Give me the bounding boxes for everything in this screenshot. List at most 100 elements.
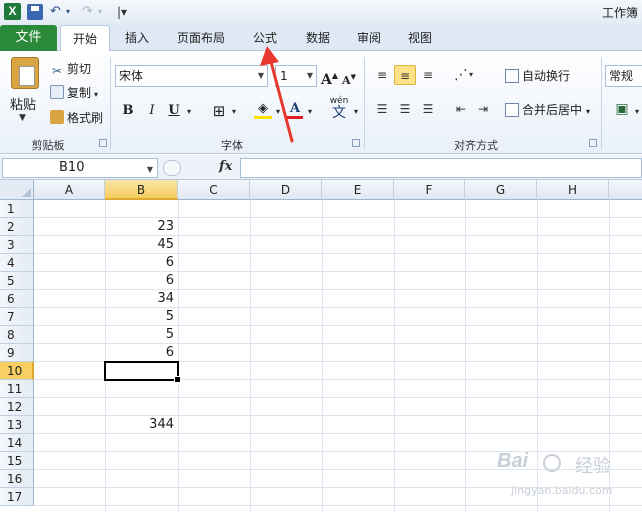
paste-dropdown-icon[interactable]: ▼ [19,113,26,123]
row-header-2[interactable]: 2 [0,218,34,236]
row-header-6[interactable]: 6 [0,290,34,308]
select-all-button[interactable] [0,180,34,200]
tab-view[interactable]: 视图 [399,25,441,51]
column-header-a[interactable]: A [34,180,105,200]
cell-b5[interactable]: 6 [105,272,177,290]
undo-dropdown-icon[interactable]: ▾ [66,3,70,21]
underline-dropdown-icon[interactable]: ▾ [184,102,194,122]
tab-formulas[interactable]: 公式 [244,25,286,51]
row-header-12[interactable]: 12 [0,398,34,416]
align-left-icon[interactable]: ☰ [371,99,393,119]
row-header-17[interactable]: 17 [0,488,34,506]
formula-input[interactable] [240,158,642,178]
column-header-f[interactable]: F [394,180,465,200]
active-cell-b10[interactable] [104,361,181,383]
underline-button[interactable]: U [166,101,182,121]
format-painter-label: 格式刷 [67,111,104,125]
align-bottom-icon[interactable]: ≡ [417,65,439,85]
align-top-icon[interactable]: ≡ [371,65,393,85]
column-header-partial[interactable] [609,180,642,200]
font-launcher-icon[interactable] [352,139,360,147]
cell-b4[interactable]: 6 [105,254,177,272]
quick-access-toolbar: X ↶ ▾ ↷ ▾ |▾ 工作簿 [0,0,642,24]
group-divider [364,57,365,149]
row-header-14[interactable]: 14 [0,434,34,452]
formula-bar-splitter[interactable] [163,160,181,176]
grow-font-button[interactable]: A▲ [321,65,338,88]
decrease-indent-icon[interactable]: ⇤ [450,99,472,119]
align-right-icon[interactable]: ☰ [417,99,439,119]
borders-icon[interactable]: ⊞ [210,101,228,121]
cell-b6[interactable]: 34 [105,290,177,308]
paste-button-label[interactable]: 粘贴 [10,94,36,113]
column-header-h[interactable]: H [537,180,609,200]
cell-b8[interactable]: 5 [105,326,177,344]
number-format-select[interactable]: 常规 [605,65,642,87]
row-header-7[interactable]: 7 [0,308,34,326]
align-middle-icon[interactable]: ≡ [394,65,416,85]
row-header-13[interactable]: 13 [0,416,34,434]
tab-page-layout[interactable]: 页面布局 [170,25,232,51]
cell-b3[interactable]: 45 [105,236,177,254]
fill-color-dropdown-icon[interactable]: ▾ [273,102,283,122]
row-header-9[interactable]: 9 [0,344,34,362]
font-size-select[interactable]: 1 ▼ [275,65,317,87]
row-header-3[interactable]: 3 [0,236,34,254]
accounting-dropdown-icon[interactable]: ▾ [632,102,642,122]
phonetic-dropdown-icon[interactable]: ▾ [351,102,361,122]
borders-dropdown-icon[interactable]: ▾ [229,102,239,122]
alignment-launcher-icon[interactable] [589,139,597,147]
row-header-5[interactable]: 5 [0,272,34,290]
row-header-1[interactable]: 1 [0,200,34,218]
paste-icon[interactable] [11,57,39,89]
shrink-font-button[interactable]: A▼ [342,67,356,87]
cell-b9[interactable]: 6 [105,344,177,362]
increase-indent-icon[interactable]: ⇥ [472,99,494,119]
copy-button[interactable]: 复制 ▾ [50,84,98,102]
format-painter-button[interactable]: 格式刷 [50,109,103,127]
row-header-10[interactable]: 10 [0,362,34,380]
save-icon[interactable] [27,4,43,20]
cell-b13[interactable]: 344 [105,416,177,434]
name-box[interactable]: B10 ▼ [2,158,158,178]
tab-review[interactable]: 审阅 [348,25,390,51]
fill-color-icon[interactable]: ◈ [254,99,272,119]
column-header-g[interactable]: G [465,180,537,200]
cell-b2[interactable]: 23 [105,218,177,236]
font-color-icon[interactable]: A [287,99,303,119]
font-color-dropdown-icon[interactable]: ▾ [305,102,315,122]
column-header-c[interactable]: C [178,180,250,200]
tab-home[interactable]: 开始 [60,25,110,51]
row-header-16[interactable]: 16 [0,470,34,488]
row-header-4[interactable]: 4 [0,254,34,272]
copy-dropdown-icon[interactable]: ▾ [94,90,98,99]
font-name-select[interactable]: 宋体 ▼ [115,65,268,87]
wrap-text-button[interactable]: 自动换行 [505,66,570,86]
undo-icon[interactable]: ↶ [50,3,61,21]
redo-dropdown-icon[interactable]: ▾ [98,3,102,21]
insert-function-icon[interactable]: fx [219,159,232,174]
column-header-d[interactable]: D [250,180,322,200]
tab-data[interactable]: 数据 [297,25,339,51]
merge-center-button[interactable]: 合并后居中 ▾ [505,100,590,120]
clipboard-launcher-icon[interactable] [99,139,107,147]
column-header-e[interactable]: E [322,180,394,200]
accounting-format-icon[interactable]: ▣ [612,99,632,119]
excel-app-icon[interactable]: X [4,3,21,20]
cut-button[interactable]: ✂ 剪切 [50,60,91,78]
align-center-icon[interactable]: ☰ [394,99,416,119]
column-header-b[interactable]: B [105,180,178,200]
cell-b7[interactable]: 5 [105,308,177,326]
customize-qat-button[interactable]: |▾ [117,5,127,19]
redo-icon[interactable]: ↷ [82,3,93,21]
orientation-dropdown-icon[interactable]: ▾ [466,65,476,85]
italic-button[interactable]: I [144,101,160,121]
row-header-11[interactable]: 11 [0,380,34,398]
merge-center-dropdown-icon[interactable]: ▾ [586,107,590,116]
tab-insert[interactable]: 插入 [116,25,158,51]
phonetic-guide-button[interactable]: wén 文 [329,95,349,125]
row-header-15[interactable]: 15 [0,452,34,470]
bold-button[interactable]: B [120,101,136,121]
tab-file[interactable]: 文件 [0,25,57,51]
row-header-8[interactable]: 8 [0,326,34,344]
